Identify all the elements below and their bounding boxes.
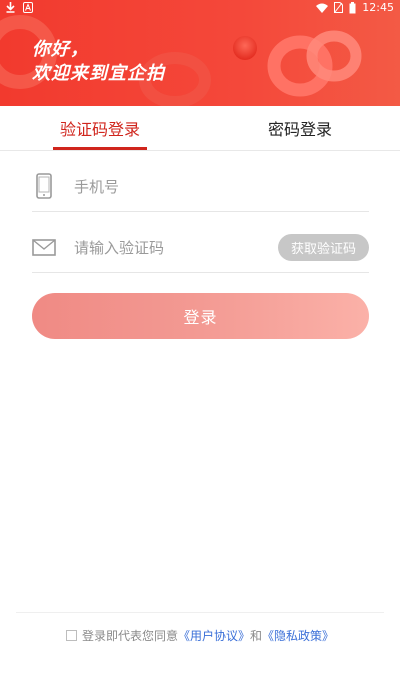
mail-icon	[32, 239, 56, 256]
agreement-and: 和	[250, 629, 263, 643]
login-tabs: 验证码登录 密码登录	[0, 106, 400, 151]
wifi-icon	[316, 3, 329, 13]
user-agreement-link[interactable]: 《用户协议》	[178, 627, 250, 644]
privacy-policy-link[interactable]: 《隐私政策》	[262, 627, 334, 644]
code-input[interactable]	[72, 236, 296, 260]
tab-sms-login[interactable]: 验证码登录	[0, 106, 200, 150]
footer-divider	[16, 612, 384, 613]
get-code-button[interactable]: 获取验证码	[278, 234, 369, 261]
download-icon	[6, 2, 15, 13]
phone-row	[32, 161, 369, 212]
status-time: 12:45	[362, 1, 394, 14]
no-sim-icon	[334, 2, 344, 13]
greeting: 你好， 欢迎来到宜企拍	[32, 38, 165, 86]
greeting-line-2: 欢迎来到宜企拍	[32, 63, 165, 84]
login-button[interactable]: 登录	[32, 293, 369, 339]
header-banner: 12:45 你好， 欢迎来到宜企拍	[0, 0, 400, 106]
code-row: 获取验证码	[32, 222, 369, 273]
app-a-icon	[23, 2, 33, 13]
active-tab-indicator	[53, 147, 147, 150]
tab-password-login[interactable]: 密码登录	[200, 106, 400, 150]
status-bar: 12:45	[0, 0, 400, 17]
phone-icon	[36, 173, 52, 199]
phone-input[interactable]	[72, 175, 296, 199]
agreement-prefix: 登录即代表您同意	[81, 629, 178, 643]
agree-checkbox[interactable]	[65, 630, 77, 641]
agreement-line: 登录即代表您同意 《用户协议》 和 《隐私政策》	[0, 627, 400, 644]
battery-icon	[349, 1, 356, 13]
greeting-line-1: 你好，	[32, 39, 89, 60]
